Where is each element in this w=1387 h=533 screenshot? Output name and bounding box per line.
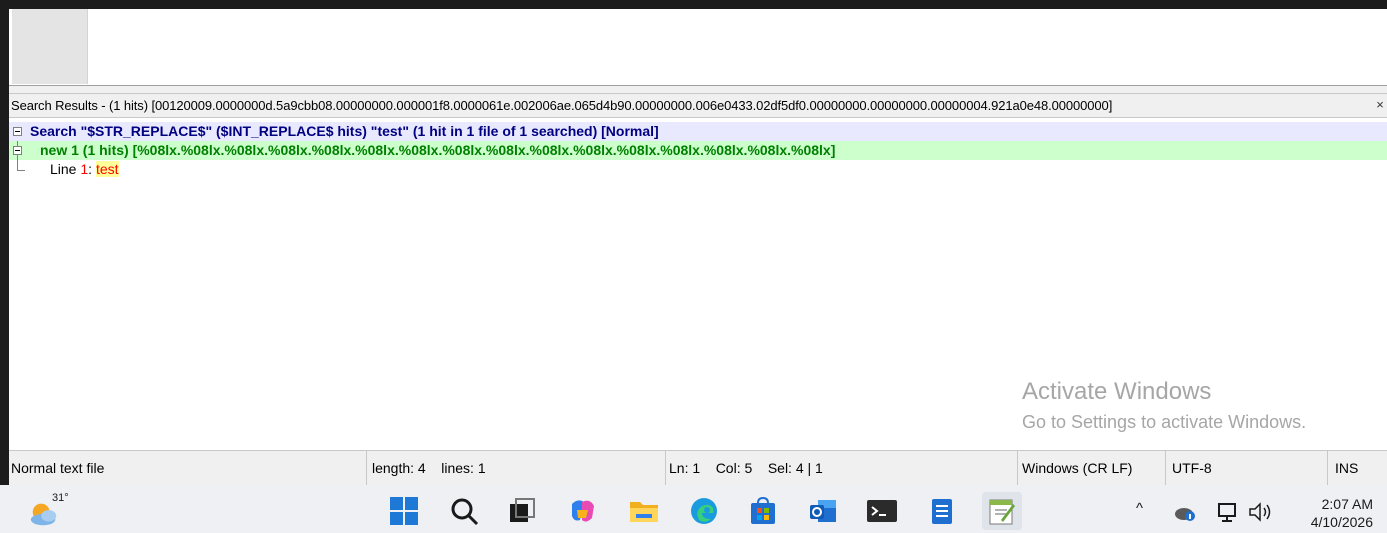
activate-windows-title: Activate Windows bbox=[1022, 378, 1212, 405]
task-view-icon[interactable] bbox=[506, 495, 538, 527]
line-number-gutter bbox=[12, 9, 88, 84]
show-hidden-icons-chevron[interactable]: ^ bbox=[1136, 500, 1143, 517]
volume-icon[interactable] bbox=[1246, 499, 1276, 525]
line-hit-text: Line 1: test bbox=[50, 160, 119, 179]
collapse-icon[interactable] bbox=[13, 127, 22, 136]
weather-temperature: 31° bbox=[52, 492, 69, 504]
status-file-type: Normal text file bbox=[9, 451, 367, 485]
notepad-plus-plus-window: Search Results - (1 hits) [00120009.0000… bbox=[9, 9, 1387, 485]
system-clock[interactable]: 2:07 AM 4/10/2026 bbox=[1311, 495, 1373, 531]
activate-windows-subtitle: Go to Settings to activate Windows. bbox=[1022, 412, 1307, 432]
line-label: Line bbox=[50, 161, 77, 177]
panel-splitter[interactable] bbox=[9, 85, 1387, 94]
line-separator: : bbox=[88, 161, 93, 177]
search-result-header-row[interactable]: Search "$STR_REPLACE$" ($INT_REPLACE$ hi… bbox=[9, 122, 1387, 141]
clock-time: 2:07 AM bbox=[1321, 496, 1373, 512]
search-result-line-row[interactable]: Line 1: test bbox=[9, 160, 1387, 179]
status-bar: Normal text file length: 4 lines: 1 Ln: … bbox=[9, 450, 1387, 485]
notepad-plus-plus-icon[interactable] bbox=[982, 492, 1022, 530]
start-icon[interactable] bbox=[388, 495, 420, 527]
copilot-icon[interactable] bbox=[567, 495, 599, 527]
close-icon[interactable]: × bbox=[1373, 96, 1387, 114]
editor-area[interactable] bbox=[9, 9, 1387, 88]
edge-icon[interactable] bbox=[688, 495, 720, 527]
status-length-lines: length: 4 lines: 1 bbox=[367, 451, 666, 485]
terminal-icon[interactable] bbox=[866, 495, 898, 527]
outlook-icon[interactable] bbox=[807, 495, 839, 527]
status-mode: INS bbox=[1335, 460, 1359, 476]
tree-line bbox=[17, 160, 18, 170]
search-results-title: Search Results - (1 hits) [00120009.0000… bbox=[11, 98, 1113, 113]
file-explorer-icon[interactable] bbox=[628, 495, 660, 527]
search-results-titlebar: Search Results - (1 hits) [00120009.0000… bbox=[9, 94, 1387, 118]
search-results-panel[interactable]: Search "$STR_REPLACE$" ($INT_REPLACE$ hi… bbox=[9, 121, 1387, 450]
search-query-text: Search "$STR_REPLACE$" ($INT_REPLACE$ hi… bbox=[30, 123, 659, 139]
status-eol[interactable]: Windows (CR LF) bbox=[1018, 451, 1166, 485]
onedrive-icon[interactable] bbox=[1172, 499, 1198, 525]
store-icon[interactable] bbox=[747, 495, 779, 527]
network-icon[interactable] bbox=[1216, 499, 1242, 525]
matched-text: test bbox=[95, 161, 119, 177]
search-icon[interactable] bbox=[448, 495, 480, 527]
search-result-file-row[interactable]: new 1 (1 hits) [%08lx.%08lx.%08lx.%08lx.… bbox=[9, 141, 1387, 160]
status-encoding[interactable]: UTF-8 bbox=[1166, 451, 1328, 485]
line-number: 1 bbox=[80, 161, 89, 177]
clock-date: 4/10/2026 bbox=[1310, 514, 1373, 530]
file-hit-text: new 1 (1 hits) [%08lx.%08lx.%08lx.%08lx.… bbox=[40, 142, 836, 158]
taskbar: 31° ^ 2:07 AM 4/10/2026 bbox=[0, 485, 1387, 533]
status-position: Ln: 1 Col: 5 Sel: 4 | 1 bbox=[666, 451, 1018, 485]
tree-line bbox=[17, 170, 25, 171]
collapse-icon[interactable] bbox=[13, 146, 22, 155]
notepad-icon[interactable] bbox=[926, 495, 958, 527]
